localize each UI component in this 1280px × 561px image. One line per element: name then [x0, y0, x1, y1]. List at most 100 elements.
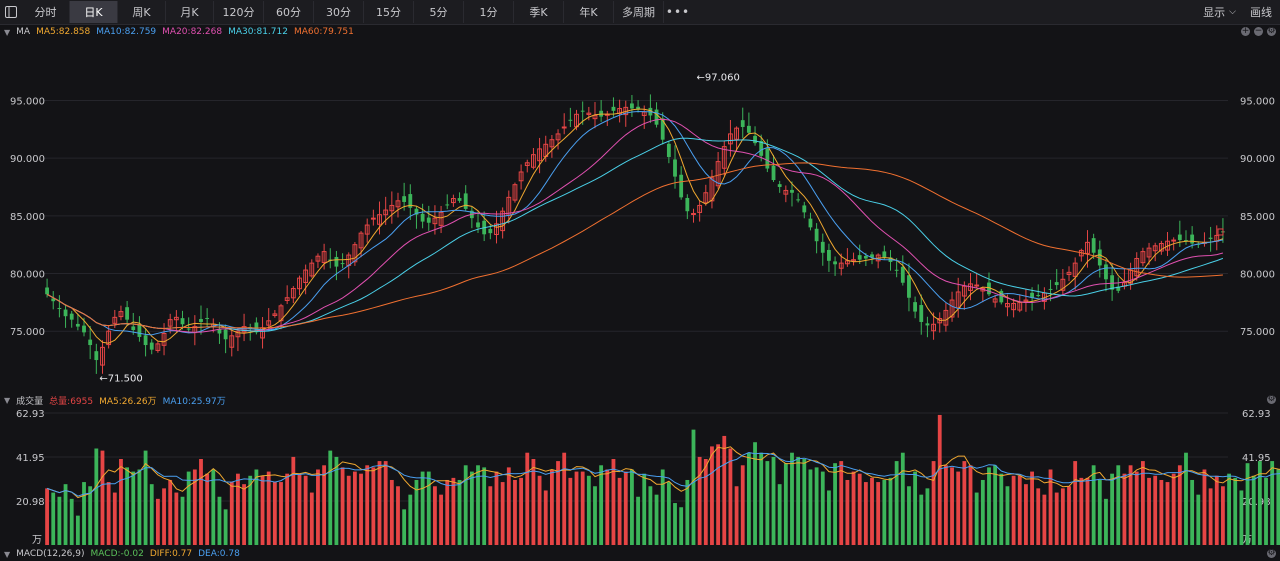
tab-11[interactable]: 年K	[564, 1, 614, 23]
volume-bar	[309, 492, 314, 545]
volume-bar	[556, 461, 560, 545]
volume-bar	[777, 484, 782, 545]
volume-bar	[383, 461, 388, 545]
candle-body	[771, 165, 776, 181]
tab-7[interactable]: 15分	[364, 1, 414, 23]
draw-line-button[interactable]: 画线	[1250, 4, 1272, 20]
sidebar-toggle-icon[interactable]	[0, 0, 22, 24]
candle-body	[974, 284, 980, 287]
macd-value: MACD:-0.02	[90, 549, 144, 559]
candle-body	[814, 228, 819, 242]
volume-bar	[119, 458, 123, 545]
volume-bar	[229, 482, 234, 545]
tab-10[interactable]: 季K	[514, 1, 564, 23]
price-chart[interactable]: 95.000 95.000 90.000 90.000 85.000 85.000 80.0…	[0, 40, 1280, 392]
volume-bar	[168, 479, 173, 545]
candle-body	[420, 213, 425, 222]
volume-bar	[1036, 488, 1041, 545]
volume-bar	[943, 465, 948, 545]
volume-bar	[285, 473, 290, 545]
volume-bar	[180, 496, 185, 545]
volume-bar	[322, 465, 327, 545]
volume-bar	[1079, 477, 1084, 545]
volume-bar	[870, 477, 874, 545]
candle-body	[334, 256, 339, 267]
tab-5[interactable]: 60分	[264, 1, 314, 23]
tab-8[interactable]: 5分	[414, 1, 464, 23]
volume-bar	[1048, 469, 1053, 545]
candle-body	[673, 159, 677, 177]
tab-3[interactable]: 月K	[166, 1, 214, 23]
candle-body	[463, 193, 468, 209]
volume-bar	[1104, 498, 1108, 545]
volume-bar	[568, 477, 573, 545]
candle-body	[223, 329, 228, 340]
volume-bar	[359, 473, 363, 545]
candle-body	[777, 184, 782, 187]
candle-body	[907, 275, 911, 298]
ma30-line	[46, 137, 1224, 332]
ma30-value: MA30:81.712	[228, 27, 288, 37]
add-indicator-icon[interactable]: +	[1241, 27, 1250, 36]
price-tick-left: 75.000	[10, 327, 45, 338]
settings-icon[interactable]: ⚙	[1267, 395, 1276, 404]
tab-1[interactable]: 日K	[70, 1, 118, 23]
volume-bar	[648, 486, 653, 545]
candle-body	[679, 174, 684, 198]
volume-bar	[1208, 488, 1213, 545]
volume-bar	[328, 450, 333, 545]
tab-9[interactable]: 1分	[464, 1, 514, 23]
ma-legend: ▼ MA MA5:82.858 MA10:82.759 MA20:82.268 …	[0, 25, 1280, 39]
tab-0[interactable]: 分时	[22, 1, 70, 23]
volume-bar	[1122, 473, 1127, 545]
volume-bar	[851, 471, 856, 545]
volume-bar	[303, 475, 308, 545]
volume-chart[interactable]: 62.9362.9341.9541.9520.9820.98万万	[0, 407, 1280, 547]
candle-body	[186, 328, 191, 330]
volume-bar	[1202, 469, 1207, 545]
volume-bar	[1196, 494, 1201, 545]
volume-bar	[1227, 473, 1231, 545]
volume-bar	[1085, 477, 1090, 545]
candle-body	[63, 309, 68, 317]
display-menu[interactable]: 显示 ⌵	[1203, 4, 1236, 20]
settings-icon[interactable]: ⚙	[1267, 27, 1276, 36]
candle-body	[568, 119, 573, 121]
volume-bar	[697, 456, 702, 545]
collapse-icon[interactable]: ▼	[4, 550, 10, 559]
volume-bar	[673, 503, 677, 545]
collapse-icon[interactable]: ▼	[4, 28, 10, 37]
volume-bar	[586, 475, 591, 545]
tab-12[interactable]: 多周期	[614, 1, 664, 23]
volume-bar	[562, 452, 567, 545]
candle-body	[1104, 264, 1108, 280]
candle-body	[340, 263, 345, 265]
volume-tick-right: 41.95	[1242, 453, 1271, 464]
volume-bar	[925, 488, 930, 545]
volume-bar	[605, 469, 610, 545]
more-periods-button[interactable]: •••	[664, 5, 692, 19]
candle-body	[630, 103, 634, 109]
candle-body	[1208, 237, 1213, 239]
volume-bar	[636, 496, 640, 545]
volume-bar	[1190, 479, 1195, 545]
tab-4[interactable]: 120分	[214, 1, 264, 23]
ma5-line	[46, 108, 1224, 344]
tab-6[interactable]: 30分	[314, 1, 364, 23]
volume-bar	[365, 465, 370, 545]
tab-2[interactable]: 周K	[118, 1, 166, 23]
candle-body	[796, 199, 801, 201]
volume-bar	[642, 473, 647, 545]
candle-body	[691, 213, 696, 216]
volume-bar	[894, 461, 899, 545]
volume-bar	[987, 467, 991, 545]
collapse-icon[interactable]: ▼	[4, 396, 10, 405]
volume-bar	[549, 469, 554, 545]
settings-icon[interactable]: ⚙	[1267, 549, 1276, 558]
volume-bar	[371, 467, 376, 545]
volume-bar	[217, 496, 222, 545]
volume-tick-left: 20.98	[16, 497, 45, 508]
volume-bar	[999, 473, 1004, 545]
volume-bar	[790, 452, 794, 545]
remove-indicator-icon[interactable]: −	[1254, 27, 1263, 36]
